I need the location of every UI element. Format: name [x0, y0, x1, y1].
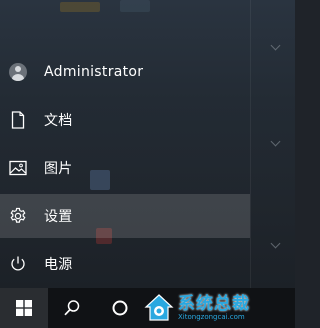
start-menu-rail: Administrator 文档 图片 设置 电源 — [0, 50, 250, 288]
rail-item-label: 文档 — [44, 113, 73, 129]
rail-item-label: Administrator — [44, 64, 144, 80]
pictures-icon — [8, 158, 28, 178]
house-logo-icon — [144, 294, 174, 321]
user-avatar-icon — [9, 63, 27, 81]
rail-item-label: 设置 — [44, 209, 73, 225]
pictures-item[interactable]: 图片 — [0, 146, 250, 190]
menu-divider — [250, 0, 251, 288]
rail-item-label: 图片 — [44, 161, 73, 177]
settings-item[interactable]: 设置 — [0, 194, 250, 238]
blurred-tile — [60, 2, 100, 12]
search-icon — [64, 300, 80, 316]
site-watermark: 系统总裁 Xitongzongcai.com — [140, 288, 295, 328]
cortana-button[interactable] — [96, 288, 144, 328]
documents-item[interactable]: 文档 — [0, 98, 250, 142]
power-item[interactable]: 电源 — [0, 242, 250, 286]
start-button[interactable] — [0, 288, 48, 328]
cortana-circle-icon — [112, 300, 128, 316]
chevron-down-icon — [270, 40, 281, 51]
gear-icon — [8, 206, 28, 226]
document-icon — [8, 110, 28, 130]
search-button[interactable] — [48, 288, 96, 328]
blurred-tile — [120, 0, 150, 12]
user-account-item[interactable]: Administrator — [0, 50, 250, 94]
chevron-down-icon — [270, 136, 281, 147]
rail-item-label: 电源 — [44, 257, 73, 273]
windows-logo-icon — [16, 300, 32, 316]
watermark-title: 系统总裁 — [178, 293, 250, 314]
power-icon — [8, 254, 28, 274]
chevron-down-icon — [270, 238, 281, 249]
watermark-url: Xitongzongcai.com — [178, 312, 245, 321]
